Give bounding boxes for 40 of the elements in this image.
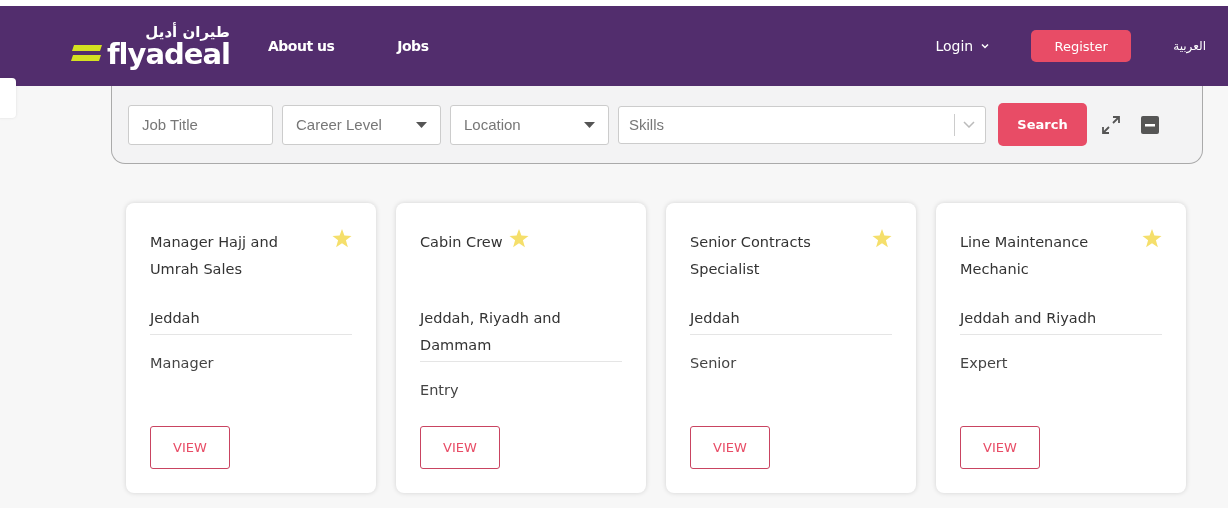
- register-button[interactable]: Register: [1031, 30, 1132, 62]
- dropdown-field[interactable]: Career Level: [282, 104, 441, 145]
- language-link[interactable]: العربية: [1173, 39, 1206, 53]
- nav-link[interactable]: About us: [267, 38, 335, 54]
- logo-arabic-text: طيران أديل: [145, 24, 230, 40]
- job-title: Manager Hajj and Umrah Sales: [150, 233, 279, 279]
- side-tab[interactable]: [0, 78, 16, 118]
- view-button[interactable]: VIEW: [420, 426, 500, 469]
- dropdown-arrow-icon: [416, 121, 427, 128]
- star-icon[interactable]: [1142, 229, 1162, 248]
- login-link[interactable]: Login: [935, 38, 974, 54]
- dropdown-arrow-icon: [584, 121, 595, 128]
- job-title: Cabin Crew: [420, 233, 503, 252]
- view-button[interactable]: VIEW: [150, 426, 230, 469]
- job-title: Line Maintenance Mechanic: [960, 233, 1090, 279]
- star-icon[interactable]: [872, 229, 892, 248]
- star-icon[interactable]: [508, 229, 529, 248]
- search-button[interactable]: Search: [998, 103, 1087, 146]
- job-level: Senior: [690, 354, 738, 373]
- chevron-down-icon: [981, 43, 990, 49]
- chevron-down-icon: [963, 121, 975, 128]
- job-level: Manager: [150, 354, 215, 373]
- job-title: Senior Contracts Specialist: [690, 233, 812, 279]
- job-location: Jeddah: [690, 283, 892, 335]
- nav-link[interactable]: Jobs: [397, 38, 429, 54]
- logo-stripes-icon: [70, 44, 104, 62]
- logo-text: flyadeal: [107, 40, 230, 68]
- view-button[interactable]: VIEW: [960, 426, 1040, 469]
- dropdown-field[interactable]: Location: [450, 104, 609, 145]
- job-level: Entry: [420, 381, 460, 400]
- skills-field[interactable]: Skills: [618, 105, 986, 144]
- view-button[interactable]: VIEW: [690, 426, 770, 469]
- star-icon[interactable]: [332, 229, 352, 248]
- job-location: Jeddah, Riyadh and Dammam: [420, 283, 622, 362]
- job-location: Jeddah and Riyadh: [960, 283, 1162, 335]
- job-title-field[interactable]: Job Title: [128, 104, 273, 145]
- collapse-icon[interactable]: [1141, 115, 1159, 134]
- expand-icon[interactable]: [1101, 114, 1121, 135]
- job-level: Expert: [960, 354, 1009, 373]
- job-location: Jeddah: [150, 283, 352, 335]
